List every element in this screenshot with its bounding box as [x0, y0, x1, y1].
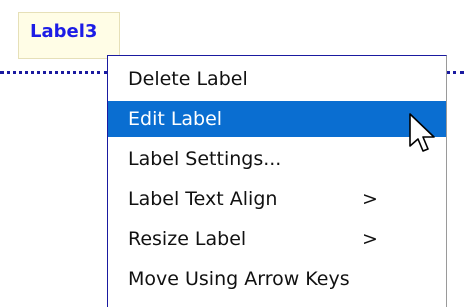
- menu-item-label: Resize Label: [128, 228, 247, 250]
- context-menu: Delete Label Edit Label Label Settings..…: [107, 55, 447, 307]
- menu-item-label-text-align[interactable]: Label Text Align >: [108, 181, 446, 217]
- menu-item-label: Label Settings...: [128, 148, 282, 170]
- dotted-connector-line: [0, 71, 108, 74]
- menu-item-edit-label[interactable]: Edit Label: [108, 101, 446, 137]
- menu-item-label-settings[interactable]: Label Settings...: [108, 141, 446, 177]
- canvas: Label3 Delete Label Edit Label Label Set…: [0, 0, 464, 307]
- menu-item-resize-label[interactable]: Resize Label >: [108, 221, 446, 257]
- submenu-arrow-icon: >: [362, 228, 378, 250]
- menu-item-delete-label[interactable]: Delete Label: [108, 61, 446, 97]
- menu-item-move-using-arrow-keys[interactable]: Move Using Arrow Keys: [108, 261, 446, 297]
- menu-item-label: Move Using Arrow Keys: [128, 268, 350, 290]
- menu-item-label: Label Text Align: [128, 188, 278, 210]
- menu-item-label: Delete Label: [128, 68, 248, 90]
- menu-item-label: Edit Label: [128, 108, 223, 130]
- mouse-pointer-icon: [409, 113, 435, 152]
- submenu-arrow-icon: >: [362, 188, 378, 210]
- label-text[interactable]: Label3: [30, 21, 97, 42]
